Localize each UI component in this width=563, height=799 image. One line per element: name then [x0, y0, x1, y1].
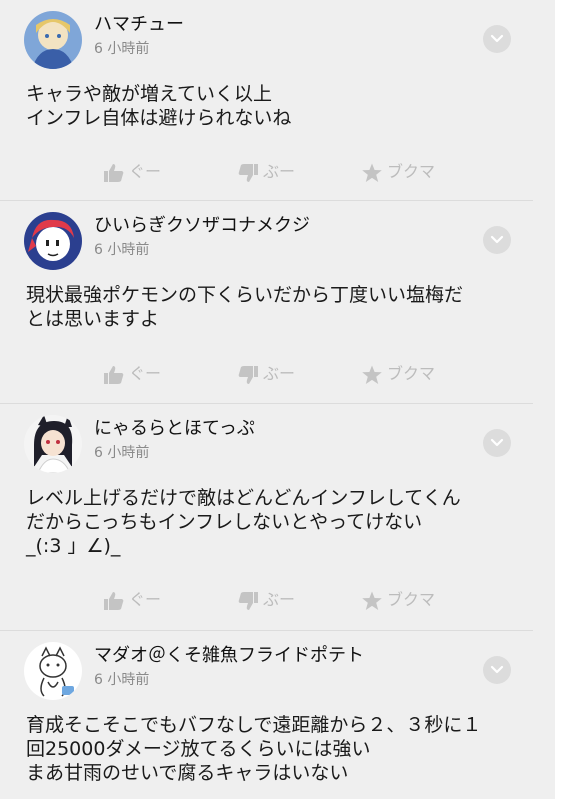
good-label: ぐー — [129, 590, 162, 609]
chevron-down-icon — [490, 34, 504, 43]
bookmark-label: ブクマ — [387, 162, 436, 181]
star-icon — [362, 591, 382, 610]
bookmark-label: ブクマ — [387, 590, 436, 609]
username[interactable]: ハマチュー — [94, 14, 184, 36]
username[interactable]: マダオ＠くそ雑魚フライドポテト — [94, 645, 364, 667]
chevron-down-icon — [490, 438, 504, 447]
good-label: ぐー — [129, 162, 162, 181]
bookmark-button[interactable]: ブクマ — [361, 160, 445, 186]
timestamp: 6 小時前 — [94, 242, 150, 258]
avatar[interactable] — [24, 642, 82, 700]
comment-menu-button[interactable] — [483, 429, 511, 457]
comment-text: 現状最強ポケモンの下くらいだから丁度いい塩梅だ とは思いますよ — [26, 284, 464, 330]
username[interactable]: ひいらぎクソザコナメクジ — [94, 215, 310, 237]
username[interactable]: にゃるらとほてっぷ — [94, 418, 255, 440]
bookmark-button[interactable]: ブクマ — [361, 362, 445, 388]
avatar[interactable] — [24, 415, 82, 473]
comment-menu-button[interactable] — [483, 656, 511, 684]
star-icon — [362, 163, 382, 182]
good-button[interactable]: ぐー — [103, 160, 167, 186]
good-button[interactable]: ぐー — [103, 362, 167, 388]
comment-menu-button[interactable] — [483, 25, 511, 53]
thumbs-up-icon — [104, 592, 124, 610]
comment-feed: ハマチュー 6 小時前 キャラや敵が増えていく以上 インフレ自体は避けられないね… — [0, 0, 555, 799]
bad-button[interactable]: ぶー — [237, 160, 301, 186]
comment-item: ひいらぎクソザコナメクジ 6 小時前 現状最強ポケモンの下くらいだから丁度いい塩… — [0, 201, 533, 404]
timestamp: 6 小時前 — [94, 672, 150, 688]
comment-actions: ぐー ぶー ブクマ — [0, 362, 533, 388]
thumbs-down-icon — [238, 164, 258, 182]
bookmark-button[interactable]: ブクマ — [361, 588, 445, 614]
comment-item: にゃるらとほてっぷ 6 小時前 レベル上げるだけで敵はどんどんインフレしてくん … — [0, 404, 533, 631]
timestamp: 6 小時前 — [94, 445, 150, 461]
thumbs-down-icon — [238, 592, 258, 610]
thumbs-up-icon — [104, 366, 124, 384]
comment-text: レベル上げるだけで敵はどんどんインフレしてくん だからこっちもインフレしないとや… — [26, 487, 461, 557]
comment-actions: ぐー ぶー ブクマ — [0, 160, 533, 186]
comment-item: ハマチュー 6 小時前 キャラや敵が増えていく以上 インフレ自体は避けられないね… — [0, 0, 533, 201]
star-icon — [362, 365, 382, 384]
bad-button[interactable]: ぶー — [237, 588, 301, 614]
bad-label: ぶー — [263, 364, 296, 383]
comment-actions: ぐー ぶー ブクマ — [0, 588, 533, 614]
thumbs-down-icon — [238, 366, 258, 384]
avatar[interactable] — [24, 212, 82, 270]
comment-text: キャラや敵が増えていく以上 インフレ自体は避けられないね — [26, 83, 292, 129]
bad-label: ぶー — [263, 162, 296, 181]
timestamp: 6 小時前 — [94, 41, 150, 57]
thumbs-up-icon — [104, 164, 124, 182]
comment-text: 育成そこそこでもバフなしで遠距離から２、３秒に１ 回25000ダメージ放てるくら… — [26, 714, 482, 784]
chevron-down-icon — [490, 665, 504, 674]
good-button[interactable]: ぐー — [103, 588, 167, 614]
bookmark-label: ブクマ — [387, 364, 436, 383]
comment-item: マダオ＠くそ雑魚フライドポテト 6 小時前 育成そこそこでもバフなしで遠距離から… — [0, 631, 533, 799]
comment-menu-button[interactable] — [483, 226, 511, 254]
avatar[interactable] — [24, 11, 82, 69]
chevron-down-icon — [490, 235, 504, 244]
bad-button[interactable]: ぶー — [237, 362, 301, 388]
good-label: ぐー — [129, 364, 162, 383]
bad-label: ぶー — [263, 590, 296, 609]
